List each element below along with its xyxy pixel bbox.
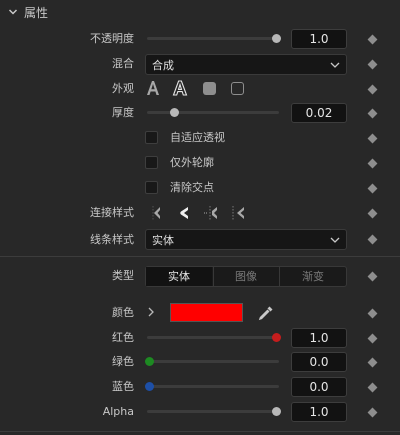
section-divider: [0, 256, 400, 257]
type-label: 类型: [112, 269, 134, 282]
thickness-label: 厚度: [112, 106, 134, 119]
blend-value: 合成: [152, 59, 174, 72]
opacity-slider-knob[interactable]: [272, 34, 281, 43]
alpha-label: Alpha: [102, 405, 134, 418]
join-none-icon[interactable]: [230, 205, 246, 221]
outer-outline-only-checkbox[interactable]: [145, 156, 158, 169]
appearance-label: 外观: [112, 82, 134, 95]
text-outline-icon[interactable]: [172, 80, 188, 96]
thickness-value-field[interactable]: 0.02: [291, 103, 347, 123]
color-keyframe-icon[interactable]: [367, 308, 378, 319]
join-style-label: 连接样式: [90, 206, 134, 219]
bottom-divider: [0, 431, 400, 432]
eyedropper-icon[interactable]: [258, 305, 274, 321]
alpha-slider[interactable]: [147, 410, 279, 413]
blend-label: 混合: [112, 57, 134, 70]
adaptive-perspective-label: 自适应透视: [170, 131, 225, 144]
clear-intersections-checkbox[interactable]: [145, 181, 158, 194]
line-style-value: 实体: [152, 234, 174, 247]
chevron-down-icon: [330, 62, 340, 68]
green-value-field[interactable]: 0.0: [291, 352, 347, 372]
clear-intersections-label: 清除交点: [170, 181, 214, 194]
adaptive-perspective-keyframe-icon[interactable]: [367, 133, 378, 144]
outer-outline-only-keyframe-icon[interactable]: [367, 158, 378, 169]
properties-section-header[interactable]: 属性: [0, 0, 400, 24]
appearance-keyframe-icon[interactable]: [367, 84, 378, 95]
thickness-slider[interactable]: [147, 111, 279, 114]
blue-keyframe-icon[interactable]: [367, 382, 378, 393]
alpha-keyframe-icon[interactable]: [367, 407, 378, 418]
red-label: 红色: [112, 331, 134, 344]
thickness-keyframe-icon[interactable]: [367, 108, 378, 119]
opacity-keyframe-icon[interactable]: [367, 34, 378, 45]
section-title: 属性: [24, 6, 49, 20]
green-keyframe-icon[interactable]: [367, 357, 378, 368]
red-value-field[interactable]: 1.0: [291, 328, 347, 348]
chevron-right-icon[interactable]: [147, 307, 155, 317]
line-style-keyframe-icon[interactable]: [367, 234, 378, 245]
join-round-icon[interactable]: [177, 205, 191, 221]
join-style-keyframe-icon[interactable]: [367, 208, 378, 219]
chevron-down-icon: [330, 237, 340, 243]
clear-intersections-keyframe-icon[interactable]: [367, 183, 378, 194]
blue-value-field[interactable]: 0.0: [291, 377, 347, 397]
opacity-slider[interactable]: [147, 37, 279, 40]
rounded-square-fill-icon[interactable]: [203, 82, 216, 95]
adaptive-perspective-checkbox[interactable]: [145, 131, 158, 144]
rounded-square-outline-icon[interactable]: [231, 82, 244, 95]
green-slider[interactable]: [147, 360, 279, 363]
red-slider-knob[interactable]: [272, 333, 281, 342]
blue-slider[interactable]: [147, 385, 279, 388]
blend-dropdown[interactable]: 合成: [145, 54, 347, 75]
type-segmented-control: 实体 图像 渐变: [145, 266, 347, 287]
blue-slider-knob[interactable]: [145, 382, 154, 391]
red-slider[interactable]: [147, 336, 279, 339]
green-slider-knob[interactable]: [145, 357, 154, 366]
thickness-slider-knob[interactable]: [170, 108, 179, 117]
line-style-dropdown[interactable]: 实体: [145, 229, 347, 250]
join-miter-icon[interactable]: [151, 205, 163, 221]
green-label: 绿色: [112, 355, 134, 368]
type-option-gradient[interactable]: 渐变: [280, 267, 346, 286]
red-keyframe-icon[interactable]: [367, 333, 378, 344]
chevron-down-icon: [8, 9, 18, 15]
color-swatch[interactable]: [170, 303, 243, 322]
type-keyframe-icon[interactable]: [367, 271, 378, 282]
blue-label: 蓝色: [112, 380, 134, 393]
color-label: 颜色: [112, 306, 134, 319]
outer-outline-only-label: 仅外轮廓: [170, 156, 214, 169]
join-bevel-icon[interactable]: [203, 205, 219, 221]
alpha-value-field[interactable]: 1.0: [291, 402, 347, 422]
text-fill-icon[interactable]: [146, 80, 160, 96]
opacity-value-field[interactable]: 1.0: [291, 29, 347, 49]
opacity-label: 不透明度: [90, 32, 134, 45]
type-option-image[interactable]: 图像: [213, 267, 279, 286]
blend-keyframe-icon[interactable]: [367, 59, 378, 70]
type-option-solid[interactable]: 实体: [146, 267, 212, 286]
line-style-label: 线条样式: [90, 233, 134, 246]
alpha-slider-knob[interactable]: [272, 407, 281, 416]
